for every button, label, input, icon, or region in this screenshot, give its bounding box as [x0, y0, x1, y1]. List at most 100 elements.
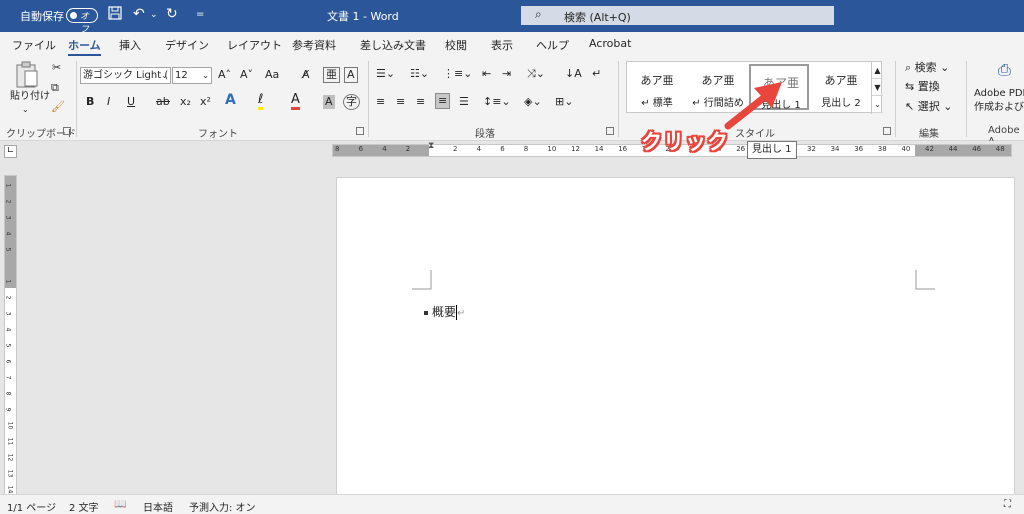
word-count[interactable]: 2 文字	[69, 499, 99, 514]
bullets-icon[interactable]: ☰⌄	[376, 67, 395, 81]
save-icon[interactable]	[108, 6, 122, 24]
italic-button[interactable]: I	[107, 95, 110, 109]
borders-icon[interactable]: ⊞⌄	[555, 95, 573, 109]
style-heading-2[interactable]: あア亜 見出し 2	[811, 64, 871, 110]
asian-layout-icon[interactable]: ⤨⌄	[527, 67, 545, 81]
show-hide-marks-icon[interactable]: ↵	[592, 67, 601, 81]
clipboard-launcher-icon[interactable]	[63, 127, 71, 135]
format-painter-icon[interactable]: 🖌	[51, 100, 65, 114]
tab-references[interactable]: 参考資料	[292, 37, 336, 53]
tab-design[interactable]: デザイン	[165, 37, 209, 53]
group-divider	[895, 61, 896, 137]
grow-font-button[interactable]: A˄	[218, 68, 231, 82]
increase-indent-icon[interactable]: ⇥	[502, 67, 511, 81]
subscript-button[interactable]: x₂	[180, 95, 191, 109]
tab-layout[interactable]: レイアウト	[227, 37, 282, 53]
vruler-tick: 1	[4, 183, 12, 188]
vruler-tick: 2	[4, 295, 12, 300]
copy-icon[interactable]: ⧉	[51, 81, 59, 95]
paste-button[interactable]	[14, 61, 40, 93]
undo-icon[interactable]: ↶	[133, 6, 145, 22]
indent-marker-icon[interactable]: ⧗	[428, 141, 434, 151]
group-divider	[368, 61, 369, 137]
language[interactable]: 日本語	[143, 499, 173, 514]
enclose-characters-icon[interactable]: 字	[343, 94, 360, 110]
font-launcher-icon[interactable]	[356, 127, 364, 135]
cut-icon[interactable]: ✂	[52, 61, 61, 75]
line-spacing-icon[interactable]: ↕≡⌄	[483, 95, 511, 109]
underline-button[interactable]: U	[127, 95, 135, 109]
align-center-icon[interactable]: ≡	[396, 95, 405, 109]
ruler-tick: 4	[382, 145, 387, 153]
create-pdf-label-1[interactable]: Adobe PDF	[974, 87, 1024, 101]
autosave-toggle[interactable]: オフ	[66, 8, 98, 35]
tab-review[interactable]: 校閲	[445, 37, 467, 53]
gallery-more-icon[interactable]: ⌄	[872, 96, 883, 113]
vertical-ruler[interactable]: 1 2 3 4 5 1 2 3 4 5 6 7 8 9 10 11 12 13 14	[4, 175, 17, 514]
strikethrough-button[interactable]: ab	[156, 95, 170, 109]
page-count[interactable]: 1/1 ページ	[7, 499, 56, 514]
justify-icon[interactable]: ≡	[435, 93, 451, 109]
create-pdf-label-2[interactable]: 作成および共	[974, 101, 1024, 115]
tab-mailings[interactable]: 差し込み文書	[360, 37, 426, 53]
gallery-up-icon[interactable]: ▲	[872, 62, 883, 79]
gallery-down-icon[interactable]: ▼	[872, 79, 883, 96]
highlight-icon[interactable]: ℓ	[258, 93, 264, 110]
decrease-indent-icon[interactable]: ⇤	[482, 67, 491, 81]
tab-selector-icon[interactable]: ∟	[4, 145, 17, 158]
predictive-input[interactable]: 予測入力: オン	[189, 499, 256, 514]
font-group-label: フォント	[198, 129, 238, 140]
find-button[interactable]: ⌕ 検索 ⌄	[905, 61, 949, 75]
create-pdf-icon[interactable]: ⎙	[998, 62, 1011, 78]
document-page[interactable]	[336, 177, 1015, 497]
vruler-tick: 8	[4, 391, 12, 396]
align-left-icon[interactable]: ≡	[376, 95, 385, 109]
numbering-icon[interactable]: ☷⌄	[410, 67, 429, 81]
tab-view[interactable]: 表示	[491, 37, 513, 53]
vruler-tick: 13	[6, 469, 14, 478]
vruler-tick: 3	[4, 311, 12, 316]
font-name-combo[interactable]: 游ゴシック Light (⌄	[80, 67, 171, 84]
search-box[interactable]: ⌕ 検索 (Alt+Q)	[521, 6, 834, 25]
distributed-icon[interactable]: ☰	[459, 95, 469, 109]
clear-formatting-icon[interactable]: A̸	[302, 68, 310, 82]
proofing-icon[interactable]: 📖	[114, 499, 126, 510]
superscript-button[interactable]: x²	[200, 95, 211, 109]
tab-acrobat[interactable]: Acrobat	[589, 37, 631, 50]
text-effects-icon[interactable]: A	[225, 93, 236, 107]
phonetic-guide-icon[interactable]: 亜	[323, 67, 340, 83]
undo-dropdown-icon[interactable]: ⌄	[150, 10, 158, 20]
styles-launcher-icon[interactable]	[883, 127, 891, 135]
paragraph-text: 概要	[432, 305, 457, 319]
tab-home[interactable]: ホーム	[68, 37, 101, 56]
vruler-tick: 4	[4, 327, 12, 332]
heading-paragraph[interactable]: 概要↵	[424, 303, 465, 320]
shading-icon[interactable]: ◈⌄	[524, 95, 542, 109]
focus-mode-icon[interactable]: ⛶	[1004, 499, 1011, 510]
paste-dropdown-icon[interactable]: ⌄	[22, 103, 29, 117]
word-window: 自動保存 オフ ↶ ⌄ ↻ = 文書 1 - Word ⌕ 検索 (Alt+Q)…	[0, 0, 1024, 514]
character-shading-icon[interactable]: A	[323, 95, 335, 109]
character-border-icon[interactable]: A	[344, 67, 358, 83]
replace-icon: ⇆	[905, 80, 915, 93]
customize-qat-icon[interactable]: =	[196, 9, 204, 20]
tab-insert[interactable]: 挿入	[119, 37, 141, 53]
redo-icon[interactable]: ↻	[166, 6, 178, 22]
multilevel-list-icon[interactable]: ⋮≡⌄	[443, 67, 472, 81]
replace-button[interactable]: ⇆ 置換	[905, 80, 940, 94]
align-right-icon[interactable]: ≡	[416, 95, 425, 109]
select-button[interactable]: ↖ 選択 ⌄	[905, 100, 952, 114]
sort-icon[interactable]: ↓A	[565, 67, 582, 81]
paragraph-launcher-icon[interactable]	[606, 127, 614, 135]
tab-help[interactable]: ヘルプ	[536, 37, 569, 53]
vruler-tick: 2	[4, 199, 12, 204]
tab-file[interactable]: ファイル	[12, 37, 56, 53]
vruler-tick: 5	[4, 343, 12, 348]
shrink-font-button[interactable]: A˅	[240, 68, 253, 82]
font-size-combo[interactable]: 12 ⌄	[172, 67, 212, 84]
style-normal[interactable]: あア亜 ↵ 標準	[627, 64, 687, 110]
paste-label[interactable]: 貼り付け	[10, 90, 50, 104]
bold-button[interactable]: B	[86, 95, 94, 109]
change-case-button[interactable]: Aa	[265, 68, 279, 82]
font-color-icon[interactable]: A	[291, 93, 300, 110]
